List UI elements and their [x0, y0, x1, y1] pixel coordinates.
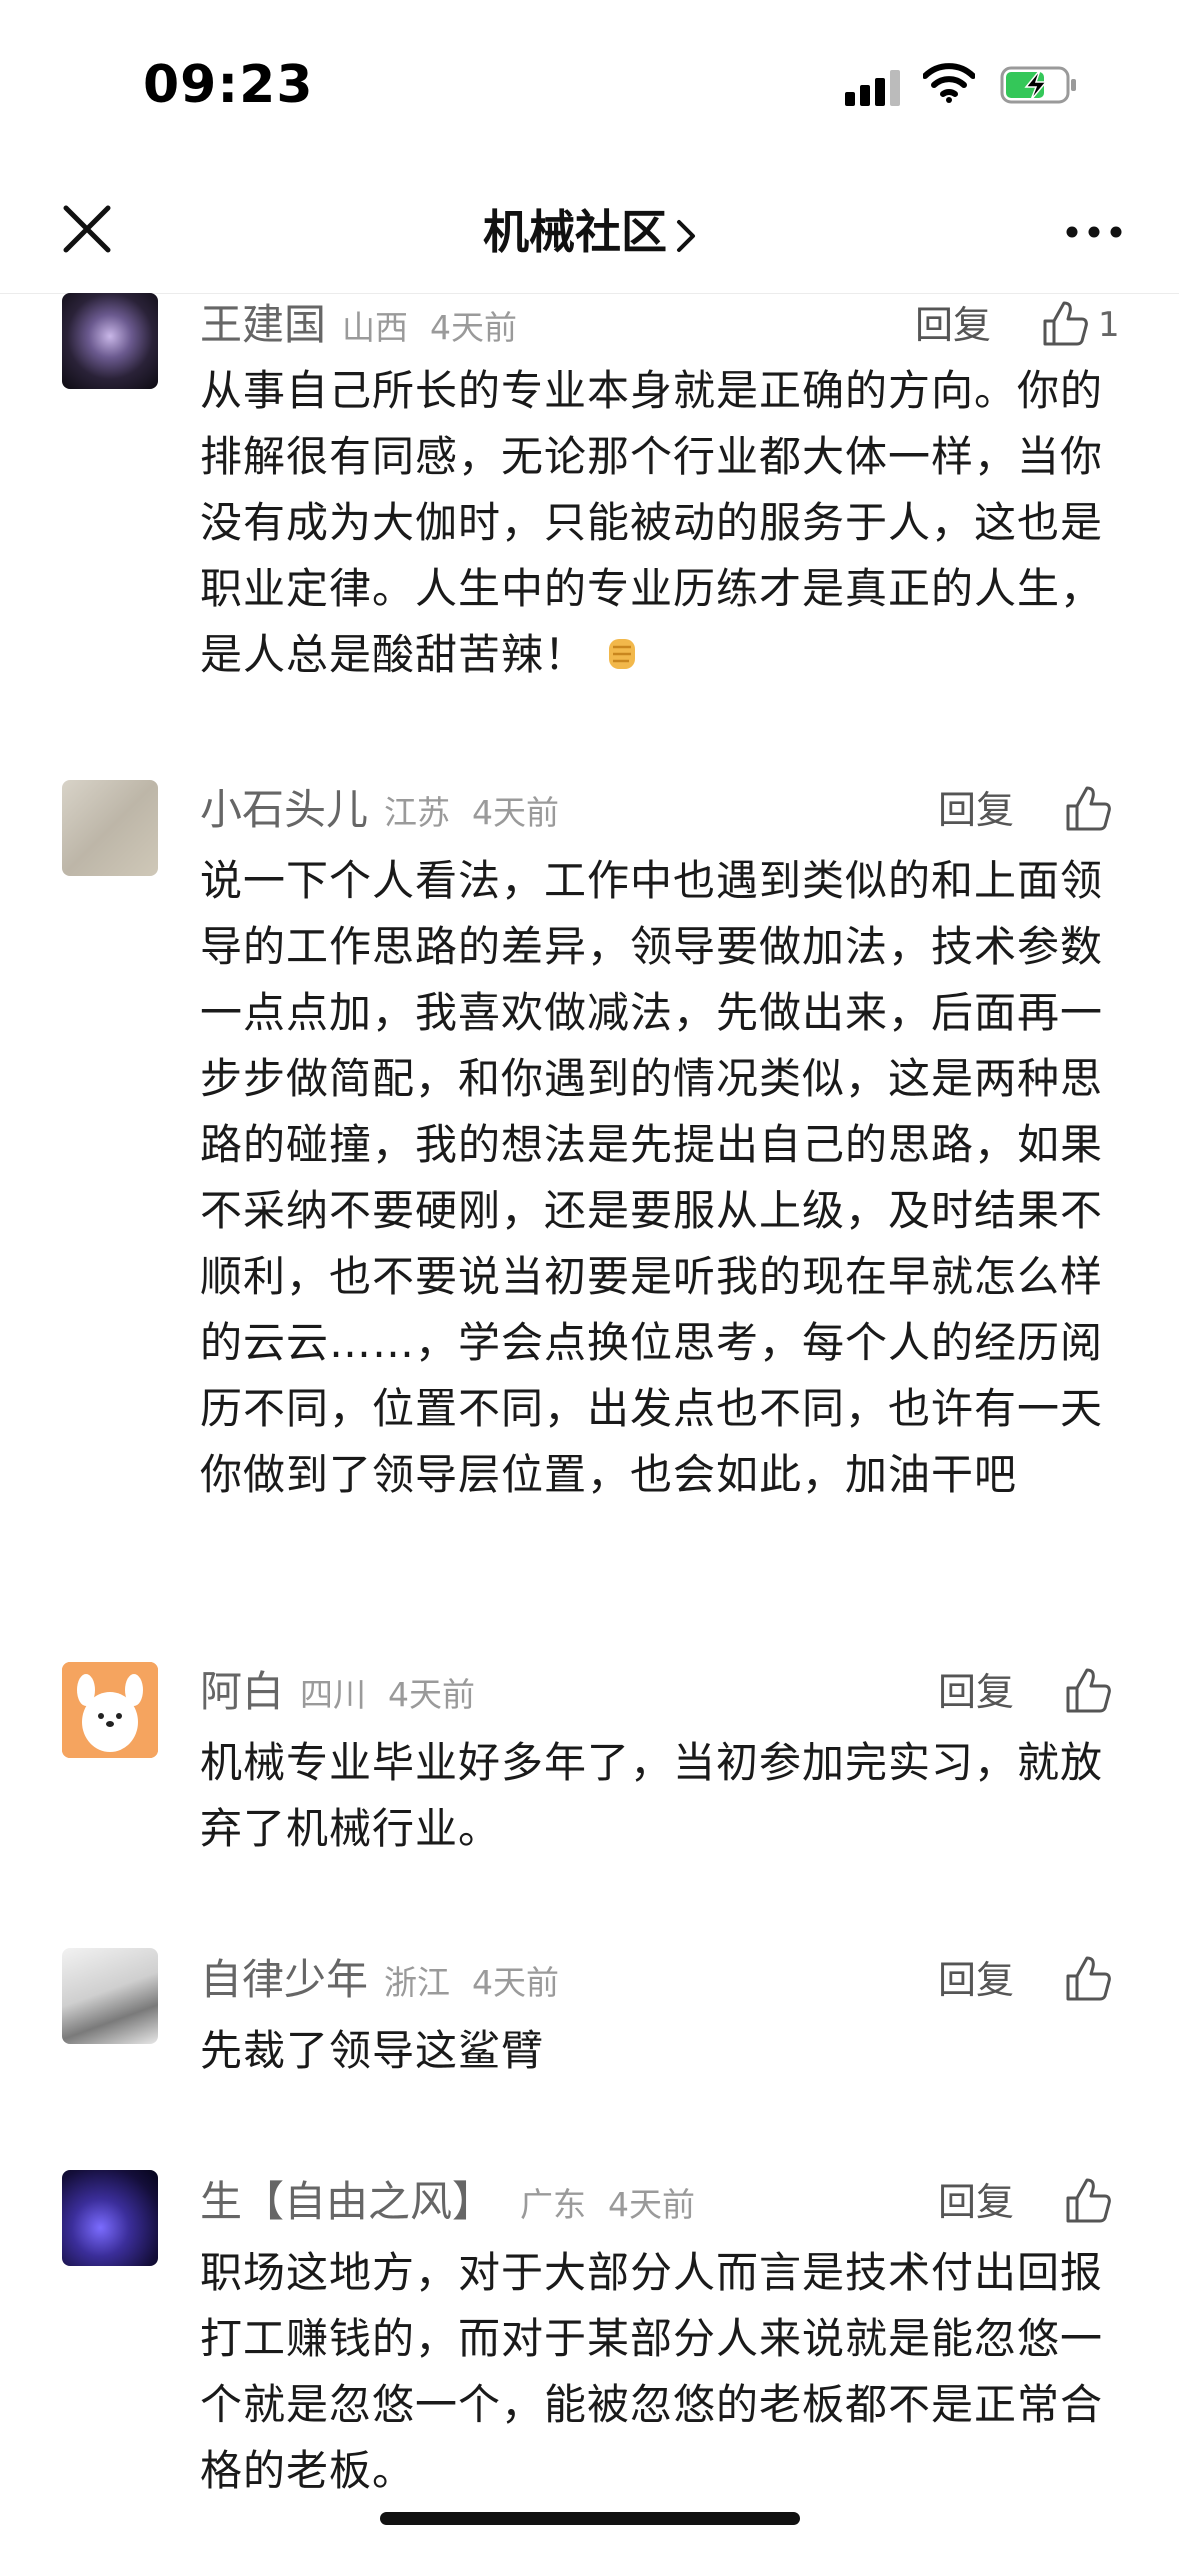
like-button[interactable] [1065, 780, 1111, 840]
battery-charging-icon [1000, 66, 1076, 104]
comment-meta: 自律少年 浙江 4天前 回复 [200, 1950, 1120, 2010]
like-button[interactable]: 1 [1042, 295, 1120, 355]
thumbs-up-icon [1066, 1668, 1111, 1713]
nav-bar: 机械社区 [0, 175, 1179, 294]
comment-text-body: 从事自己所长的专业本身就是正确的方向。你的排解很有同感，无论那个行业都大体一样，… [200, 366, 1104, 679]
avatar[interactable] [62, 780, 158, 876]
wifi-icon [923, 63, 975, 103]
comment-time: 4天前 [608, 2185, 696, 2224]
status-bar: 09:23 [0, 0, 1179, 175]
avatar[interactable] [62, 2170, 158, 2266]
comment-meta: 小石头儿 江苏 4天前 回复 [200, 780, 1120, 840]
close-icon[interactable] [58, 200, 116, 258]
comment-region: 浙江 [384, 1963, 451, 2002]
fist-emoji-icon [609, 639, 636, 669]
comment-time: 4天前 [472, 793, 560, 832]
avatar[interactable] [62, 1948, 158, 2044]
comment-time: 4天前 [472, 1963, 560, 2002]
comment-author[interactable]: 王建国 [200, 300, 326, 349]
home-indicator[interactable] [380, 2512, 800, 2525]
avatar[interactable] [62, 1662, 158, 1758]
status-time: 09:23 [143, 55, 314, 115]
reply-button[interactable]: 回复 [915, 295, 991, 355]
reply-button[interactable]: 回复 [938, 2172, 1014, 2232]
cartoon-dog-avatar [62, 1662, 158, 1758]
comment-text: 机械专业毕业好多年了，当初参加完实习，就放弃了机械行业。 [200, 1738, 1104, 1853]
page-title[interactable]: 机械社区 [420, 197, 760, 267]
thumbs-up-icon [1066, 2178, 1111, 2223]
comment-time: 4天前 [430, 308, 518, 347]
comment-time: 4天前 [388, 1675, 476, 1714]
reply-button[interactable]: 回复 [938, 1950, 1014, 2010]
comment-region: 广东 [520, 2185, 587, 2224]
cellular-signal-icon [845, 70, 900, 106]
comment-region: 山西 [342, 308, 409, 347]
comment-text: 先裁了领导这鲨臂 [200, 2026, 545, 2075]
comment-text: 说一下个人看法，工作中也遇到类似的和上面领导的工作思路的差异，领导要做加法，技术… [200, 856, 1104, 1499]
more-icon[interactable] [1064, 217, 1124, 247]
comment-meta: 阿白 四川 4天前 回复 [200, 1662, 1120, 1722]
comment-meta: 王建国 山西 4天前 回复 1 [200, 295, 1120, 355]
like-button[interactable] [1065, 1662, 1111, 1722]
reply-button[interactable]: 回复 [938, 1662, 1014, 1722]
thumbs-up-icon [1066, 1956, 1111, 2001]
comment-region: 江苏 [384, 793, 451, 832]
thumbs-up-icon [1066, 786, 1111, 831]
comment-author[interactable]: 小石头儿 [200, 785, 368, 834]
comment-text: 从事自己所长的专业本身就是正确的方向。你的排解很有同感，无论那个行业都大体一样，… [200, 358, 1120, 688]
like-count: 1 [1098, 305, 1120, 345]
reply-button[interactable]: 回复 [938, 780, 1014, 840]
thumbs-up-icon [1043, 301, 1088, 346]
avatar[interactable] [62, 293, 158, 389]
like-button[interactable] [1065, 2172, 1111, 2232]
comment-text: 职场这地方，对于大部分人而言是技术付出回报打工赚钱的，而对于某部分人来说就是能忽… [200, 2248, 1104, 2495]
comment-author[interactable]: 阿白 [200, 1667, 284, 1716]
comment-region: 四川 [300, 1675, 367, 1714]
page-title-text: 机械社区 [483, 205, 667, 259]
like-button[interactable] [1065, 1950, 1111, 2010]
comment-meta: 生【自由之风】 广东 4天前 回复 [200, 2172, 1120, 2232]
comment-author[interactable]: 生【自由之风】 [200, 2177, 494, 2226]
comment-author[interactable]: 自律少年 [200, 1955, 368, 2004]
chevron-right-icon [677, 219, 695, 252]
